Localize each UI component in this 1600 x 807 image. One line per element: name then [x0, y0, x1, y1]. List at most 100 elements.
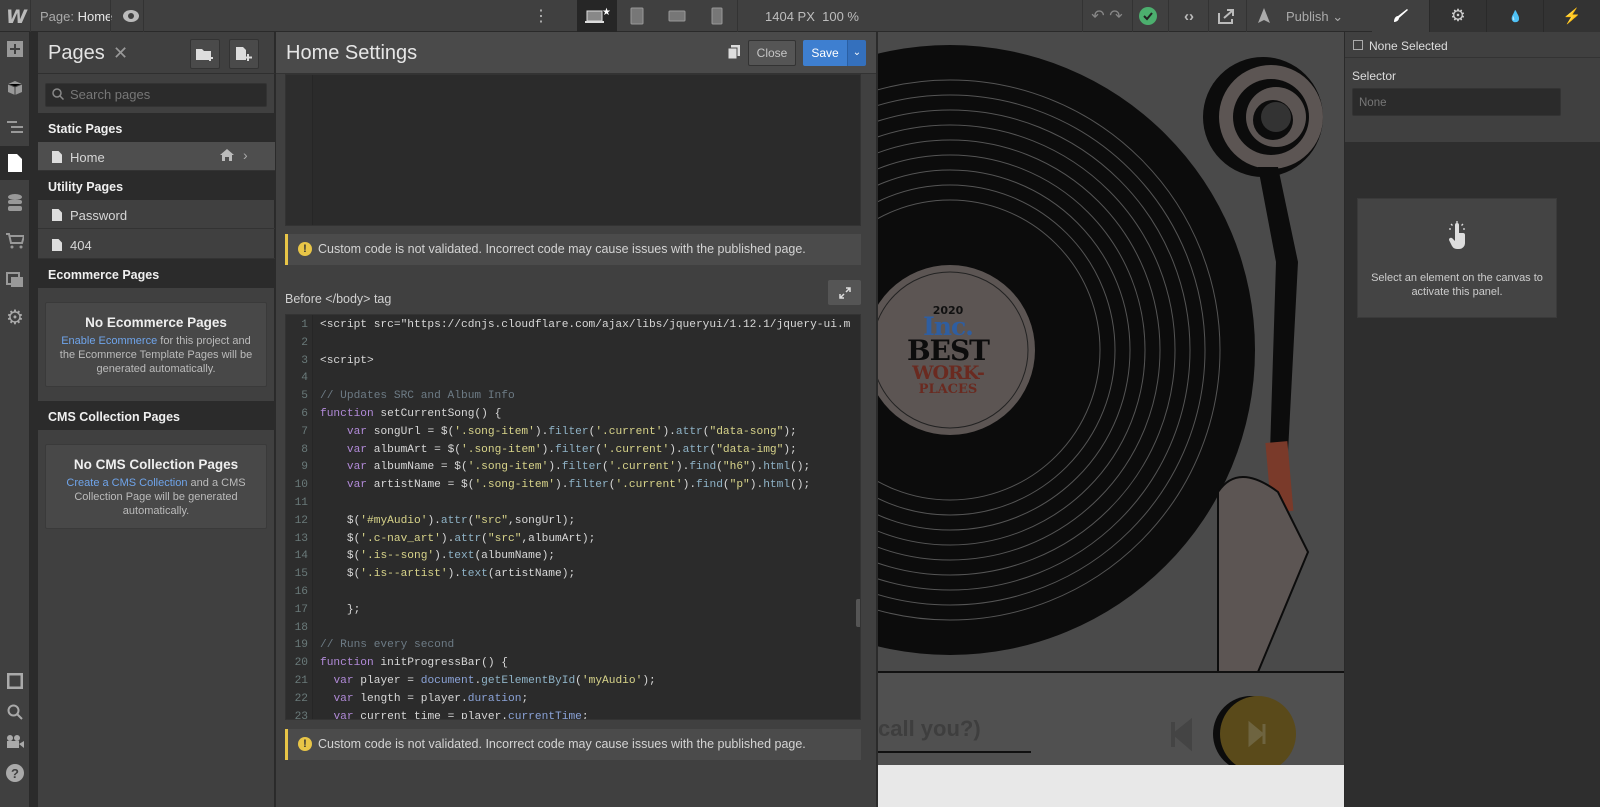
code-line[interactable]: 1 <script src="https://cdnjs.cloudflare.c… — [286, 319, 860, 337]
code-line[interactable]: 15 $('.is--artist').text(artistName); — [286, 568, 860, 586]
page-name: Password — [70, 208, 128, 223]
ecommerce-cart-icon[interactable] — [0, 226, 30, 256]
settings-gear-icon[interactable]: ⚙ — [0, 302, 30, 332]
line-text: var songUrl = $('.song-item').filter('.c… — [346, 425, 797, 438]
interactions-tab[interactable]: ⚡ — [1543, 0, 1600, 32]
save-button[interactable]: Save — [803, 40, 847, 66]
code-line[interactable]: 22 var length = player.duration; — [286, 693, 860, 711]
device-tablet-button[interactable] — [617, 6, 657, 26]
code-line[interactable]: 20 function initProgressBar() { — [286, 657, 860, 675]
code-line[interactable]: 16 — [286, 586, 860, 604]
line-number: 3 — [301, 354, 308, 367]
utility-pages-header: Utility Pages — [38, 171, 275, 200]
preview-eye-icon[interactable] — [118, 6, 144, 26]
editor-scrollbar[interactable] — [856, 599, 860, 627]
page-settings-chevron-icon[interactable]: › — [243, 147, 248, 163]
publish-button[interactable]: Publish ⌄ — [1286, 9, 1343, 25]
line-number: 18 — [294, 621, 308, 634]
add-page-button[interactable] — [229, 39, 259, 69]
create-cms-collection-link[interactable]: Create a CMS Collection — [66, 477, 187, 489]
code-line[interactable]: 17 }; — [286, 604, 860, 622]
code-line[interactable]: 23 var current_time = player.currentTime… — [286, 710, 860, 720]
add-panel-icon[interactable] — [0, 34, 30, 64]
navigator-icon[interactable] — [0, 112, 30, 142]
line-text: }; — [320, 603, 361, 616]
code-line[interactable]: 7 var songUrl = $('.song-item').filter('… — [286, 426, 860, 444]
selection-status[interactable]: None Selected — [1345, 32, 1600, 58]
share-icon[interactable] — [1214, 6, 1238, 26]
code-line[interactable]: 19 // Runs every second — [286, 639, 860, 657]
cms-database-icon[interactable] — [0, 188, 30, 218]
code-line[interactable]: 10 var artistName = $('.song-item').filt… — [286, 479, 860, 497]
head-code-editor[interactable] — [285, 74, 861, 226]
design-canvas[interactable]: 2020 Inc. BEST WORK- PLACES call you?) — [878, 32, 1344, 807]
style-manager-tab[interactable]: 💧 — [1486, 0, 1543, 32]
saved-status-check-icon[interactable] — [1138, 6, 1158, 26]
code-line[interactable]: 4 — [286, 372, 860, 390]
canvas-dimensions: 1404 PX 100 % — [765, 9, 859, 24]
code-line[interactable]: 14 $('.is--song').text(albumName); — [286, 550, 860, 568]
code-line[interactable]: 21 var player = document.getElementById(… — [286, 675, 860, 693]
svg-text:?: ? — [11, 766, 19, 781]
badge-places: PLACES — [918, 382, 978, 397]
expand-icon — [838, 286, 851, 299]
page-name: Home — [70, 150, 105, 165]
search-icon[interactable] — [0, 697, 30, 727]
search-pages-input[interactable]: Search pages — [45, 83, 267, 107]
code-line[interactable]: 11 — [286, 497, 860, 515]
current-page-indicator[interactable]: Page: Home — [40, 9, 112, 24]
close-button[interactable]: Close — [748, 40, 796, 66]
pointer-click-icon — [1446, 221, 1468, 252]
right-panel-tabs: ⚙ 💧 ⚡ — [1372, 0, 1600, 32]
page-item-404[interactable]: 404 — [38, 230, 275, 259]
body-code-editor[interactable]: 1 <script src="https://cdnjs.cloudflare.c… — [285, 314, 861, 720]
pages-panel-header: Pages ✕ — [38, 32, 275, 74]
empty-panel-message: Select an element on the canvas to activ… — [1357, 198, 1557, 318]
pages-icon[interactable] — [0, 146, 30, 180]
code-line[interactable]: 6 function setCurrentSong() { — [286, 408, 860, 426]
code-line[interactable]: 18 — [286, 622, 860, 640]
select-box-icon[interactable] — [0, 666, 30, 696]
line-text: function setCurrentSong() { — [320, 408, 502, 420]
expand-editor-button[interactable] — [828, 280, 861, 305]
assets-images-icon[interactable] — [0, 265, 30, 295]
device-mobile-landscape-button[interactable] — [657, 6, 697, 26]
code-line[interactable]: 5 // Updates SRC and Album Info — [286, 390, 860, 408]
video-tutorials-icon[interactable] — [0, 727, 30, 757]
copy-icon[interactable] — [727, 45, 740, 62]
page-item-password[interactable]: Password — [38, 200, 275, 229]
brush-icon — [1393, 9, 1408, 22]
publish-label: Publish — [1286, 9, 1329, 24]
save-options-chevron-icon[interactable]: ⌄ — [847, 40, 866, 66]
code-line[interactable]: 13 $('.c-nav_art').attr("src",albumArt); — [286, 533, 860, 551]
code-line[interactable]: 9 var albumName = $('.song-item').filter… — [286, 461, 860, 479]
page-item-home[interactable]: Home › — [38, 142, 275, 171]
webflow-logo[interactable]: W — [6, 6, 27, 28]
redo-icon[interactable]: ↷ — [1106, 6, 1126, 26]
warning-icon: ! — [298, 242, 312, 256]
more-vertical-icon[interactable]: ⋮ — [533, 6, 549, 26]
code-line[interactable]: 2 — [286, 337, 860, 355]
add-folder-button[interactable] — [190, 39, 220, 69]
line-number: 23 — [294, 710, 308, 720]
chevron-down-icon: ⌄ — [1332, 9, 1344, 24]
symbols-cube-icon[interactable] — [0, 73, 30, 103]
code-line[interactable]: 3 <script> — [286, 355, 860, 373]
undo-icon[interactable]: ↶ — [1088, 6, 1108, 26]
code-line[interactable]: 12 $('#myAudio').attr("src",songUrl); — [286, 515, 860, 533]
code-line[interactable]: 8 var albumArt = $('.song-item').filter(… — [286, 444, 860, 462]
settings-tab[interactable]: ⚙ — [1429, 0, 1486, 32]
cms-pages-header: CMS Collection Pages — [38, 401, 275, 430]
line-text: var current_time = player.currentTime; — [333, 710, 589, 720]
style-brush-tab[interactable] — [1372, 0, 1429, 32]
selector-input[interactable]: None — [1352, 88, 1561, 116]
help-icon[interactable]: ? — [0, 758, 30, 788]
page-plus-icon — [236, 47, 252, 61]
line-text: // Updates SRC and Album Info — [320, 390, 515, 403]
device-desktop-base-button[interactable]: ★ — [577, 0, 617, 32]
close-icon[interactable]: ✕ — [113, 43, 128, 64]
selector-label: Selector — [1352, 69, 1397, 83]
device-mobile-portrait-button[interactable] — [697, 6, 737, 26]
enable-ecommerce-link[interactable]: Enable Ecommerce — [61, 335, 157, 347]
code-export-icon[interactable]: ‹› — [1176, 6, 1202, 26]
